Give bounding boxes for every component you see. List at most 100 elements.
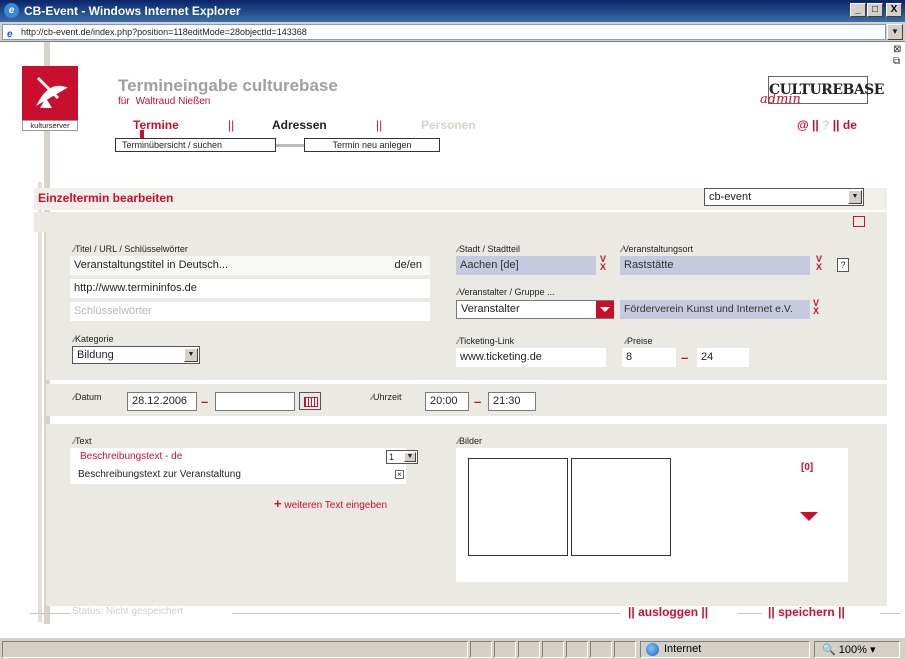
date-to-input[interactable]: [215, 392, 295, 411]
save-label: speichern: [778, 605, 835, 619]
status-cell: [566, 641, 588, 658]
price-to-input[interactable]: 24: [697, 348, 749, 367]
status-cell: [2, 641, 468, 658]
status-cell: [518, 641, 540, 658]
nav-personen[interactable]: Personen: [421, 118, 476, 132]
price-from-input[interactable]: 8: [622, 348, 676, 367]
maximize-button[interactable]: □: [867, 3, 883, 17]
page-icon: e: [7, 29, 13, 40]
subnav-overview[interactable]: Terminübersicht / suchen: [115, 138, 276, 152]
add-text-label: weiteren Text eingeben: [284, 500, 388, 511]
image-slot-1[interactable]: [468, 458, 568, 556]
venue-field[interactable]: Raststätte: [620, 256, 810, 275]
venue-help-button[interactable]: ?: [837, 258, 849, 272]
for-label: für: [118, 96, 130, 107]
contact-link[interactable]: @: [797, 118, 809, 132]
footer-separator: ||: [701, 605, 709, 619]
minimize-button[interactable]: _: [850, 3, 866, 17]
city-field[interactable]: Aachen [de]: [456, 256, 596, 275]
image-expand-icon[interactable]: [800, 512, 818, 521]
price-label: Preise: [626, 336, 653, 346]
nav-adressen[interactable]: Adressen: [272, 118, 327, 132]
title-input[interactable]: Veranstaltungstitel in Deutsch... de/en: [70, 256, 430, 275]
satellite-dish-icon: [36, 76, 68, 108]
status-cell: [494, 641, 516, 658]
toolbar-strip: [34, 212, 887, 232]
description-text[interactable]: Beschreibungstext zur Veranstaltung: [78, 469, 241, 480]
url-input[interactable]: http://www.termininfos.de: [70, 279, 430, 298]
organizer-dropdown-button[interactable]: [596, 301, 614, 318]
keywords-input[interactable]: Schlüsselwörter: [70, 302, 430, 321]
subnav-connector: [276, 144, 304, 147]
left-rail-inner: [38, 182, 42, 622]
plus-icon: +: [274, 496, 282, 511]
organizer-label: Veranstalter / Gruppe ...: [458, 287, 555, 297]
account-select-value: cb-event: [709, 191, 752, 203]
print-icon[interactable]: [853, 216, 865, 227]
url-field[interactable]: e http://cb-event.de/index.php?position=…: [2, 24, 886, 40]
remove-organizer-icon[interactable]: VX: [813, 299, 819, 316]
zoom-control[interactable]: 🔍 100% ▾: [822, 643, 875, 656]
chevron-down-icon: ▼: [848, 190, 862, 204]
images-label: Bilder: [458, 436, 482, 446]
window-titlebar: e CB-Event - Windows Internet Explorer _…: [0, 0, 905, 22]
nav-separator: ||: [376, 118, 383, 132]
close-button[interactable]: X: [886, 3, 902, 17]
remove-venue-icon[interactable]: VX: [816, 255, 822, 272]
language-link[interactable]: de: [843, 118, 857, 132]
image-count: [0]: [801, 462, 814, 473]
status-cell: [470, 641, 492, 658]
globe-icon: [646, 643, 659, 656]
logout-button[interactable]: || ausloggen ||: [628, 605, 708, 619]
side-window-icons[interactable]: ⊠ ⧉: [893, 44, 901, 68]
footer-divider: [738, 613, 762, 614]
ie-icon: e: [4, 3, 19, 18]
city-label: Stadt / Stadtteil: [458, 244, 520, 254]
organizer-select[interactable]: Veranstalter: [456, 300, 614, 319]
venue-label: Veranstaltungsort: [622, 244, 693, 254]
chevron-down-icon: ▼: [404, 452, 416, 462]
save-button[interactable]: || speichern ||: [768, 605, 845, 619]
account-select[interactable]: cb-event ▼: [704, 188, 864, 206]
status-value: Nicht gespeichert: [105, 606, 184, 617]
category-select[interactable]: Bildung ▼: [72, 346, 200, 364]
calendar-icon[interactable]: [299, 392, 321, 410]
subnav-new-event[interactable]: Termin neu anlegen: [304, 138, 440, 152]
subnav-marker: [140, 130, 144, 138]
user-line: für Waltraud Nießen: [118, 96, 216, 107]
title-lang-toggle[interactable]: de/en: [394, 256, 422, 275]
status-cell: [590, 641, 612, 658]
nav-separator: ||: [832, 118, 840, 132]
window-title: CB-Event - Windows Internet Explorer: [24, 4, 241, 18]
page-content: kulturserver Termineingabe culturebase f…: [0, 42, 905, 637]
status-area: Status: Nicht gespeichert: [72, 606, 183, 617]
chevron-down-icon: ▼: [184, 348, 198, 362]
time-to-input[interactable]: 21:30: [488, 392, 536, 411]
remove-city-icon[interactable]: VX: [600, 255, 606, 272]
url-text: http://cb-event.de/index.php?position=11…: [21, 27, 307, 37]
date-label: Datum: [74, 392, 102, 402]
date-from-input[interactable]: 28.12.2006: [127, 392, 197, 411]
app-title: Termineingabe culturebase: [118, 76, 338, 95]
time-dash: –: [474, 394, 482, 409]
footer-separator: ||: [838, 605, 845, 619]
price-dash: –: [681, 350, 689, 365]
description-index-select[interactable]: 1 ▼: [386, 450, 418, 464]
kulturserver-logo[interactable]: [22, 66, 78, 120]
close-icon[interactable]: ×: [395, 470, 404, 479]
footer-separator: ||: [628, 605, 635, 619]
category-label: Kategorie: [74, 334, 114, 344]
organizer-field[interactable]: Förderverein Kunst und Internet e.V.: [620, 300, 810, 319]
browser-statusbar: Internet 🔍 100% ▾: [0, 637, 905, 659]
add-text-button[interactable]: + weiteren Text eingeben: [274, 496, 387, 511]
status-cell: [542, 641, 564, 658]
address-dropdown-button[interactable]: ▼: [887, 24, 903, 40]
footer-separator: ||: [768, 605, 775, 619]
logo-label: kulturserver: [22, 120, 78, 131]
ticketing-input[interactable]: www.ticketing.de: [456, 348, 606, 367]
help-link[interactable]: ?: [822, 118, 829, 132]
logout-label: ausloggen: [638, 605, 699, 619]
time-from-input[interactable]: 20:00: [425, 392, 469, 411]
admin-signature: admin: [760, 92, 801, 107]
image-slot-2[interactable]: [571, 458, 671, 556]
